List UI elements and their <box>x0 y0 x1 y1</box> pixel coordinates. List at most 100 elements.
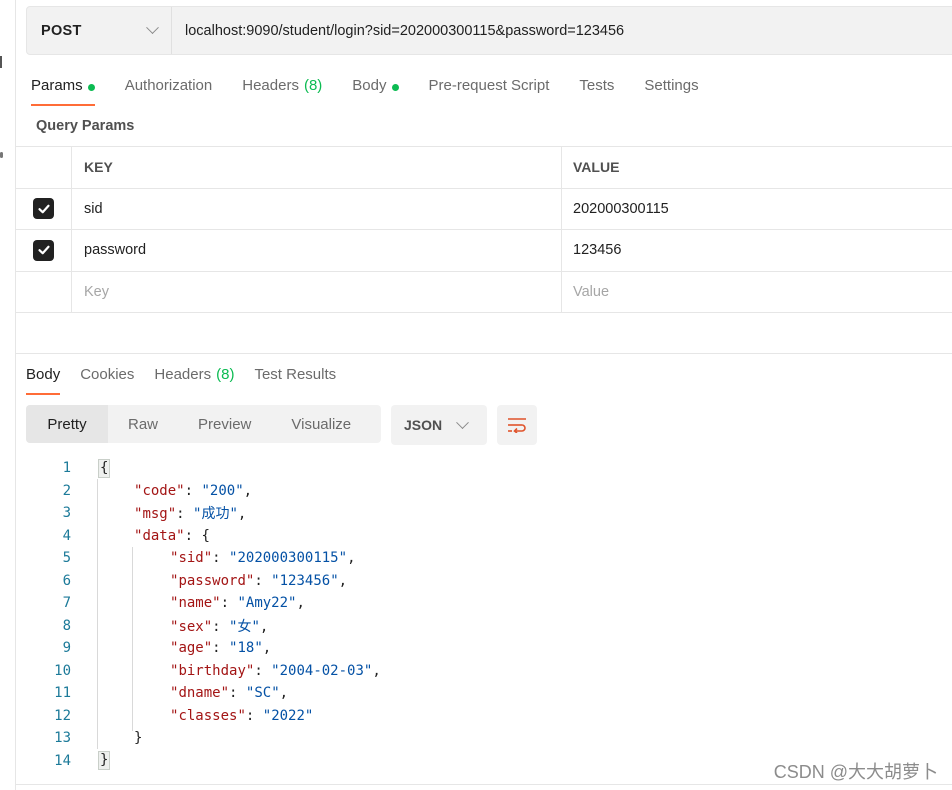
json-key: password <box>178 572 246 589</box>
response-tabs: Body Cookies Headers (8) Test Results <box>26 362 356 395</box>
pane-divider[interactable] <box>16 312 952 354</box>
view-preview-button[interactable]: Preview <box>178 405 271 443</box>
comma: , <box>262 640 272 657</box>
colon: : <box>184 482 202 499</box>
tab-response-body[interactable]: Body <box>26 362 61 395</box>
left-sidebar-edge <box>0 0 16 790</box>
json-key: classes <box>178 707 238 724</box>
json-value: Amy22 <box>245 595 289 612</box>
quote: " <box>262 707 272 724</box>
param-checkbox[interactable] <box>33 239 54 261</box>
line-number: 4 <box>62 527 71 544</box>
json-key: age <box>178 640 204 657</box>
view-raw-button[interactable]: Raw <box>108 405 178 443</box>
colon: : <box>184 527 202 544</box>
view-mode-group: Pretty Raw Preview Visualize <box>26 405 381 443</box>
code-line: 12 "classes": "2022" <box>30 705 381 728</box>
quote: " <box>330 572 339 589</box>
bottom-divider <box>16 784 952 785</box>
quote: " <box>251 618 260 635</box>
column-header-value: VALUE <box>573 159 620 176</box>
tab-tests[interactable]: Tests <box>579 72 614 106</box>
code-content: "sex": "女", <box>98 616 268 636</box>
tab-label: Settings <box>644 77 699 94</box>
quote: " <box>235 482 244 499</box>
tab-params[interactable]: Params <box>31 72 95 106</box>
comma: , <box>296 595 305 612</box>
view-visualize-button[interactable]: Visualize <box>271 405 371 443</box>
tab-headers[interactable]: Headers (8) <box>242 72 322 106</box>
json-key: msg <box>142 506 168 523</box>
tab-cookies[interactable]: Cookies <box>80 362 134 395</box>
code-content: "sid": "202000300115", <box>98 550 356 566</box>
line-number: 8 <box>62 617 71 634</box>
code-content: "dname": "SC", <box>98 685 288 701</box>
wrap-lines-icon <box>508 418 526 433</box>
view-pretty-button[interactable]: Pretty <box>26 405 108 443</box>
response-body-editor[interactable]: 1{2 "code": "200", 3 "msg": "成功", 4 "data": {… <box>30 457 381 772</box>
quote: " <box>203 640 213 657</box>
checkbox-cell <box>16 230 72 271</box>
line-number: 12 <box>54 707 71 724</box>
quote: " <box>237 707 246 724</box>
watermark: CSDN @大大胡萝卜 <box>773 762 938 782</box>
tab-settings[interactable]: Settings <box>644 72 698 106</box>
code-line: 2 "code": "200", <box>30 480 381 503</box>
code-content: } <box>98 751 111 771</box>
new-value-input[interactable]: Value <box>562 272 952 313</box>
quote: " <box>176 527 185 544</box>
code-line: 4 "data": { <box>30 525 381 548</box>
table-header-row: KEY VALUE <box>16 147 952 189</box>
tab-body[interactable]: Body <box>352 72 399 106</box>
json-key: name <box>178 595 213 612</box>
tab-pre-request-script[interactable]: Pre-request Script <box>429 72 550 106</box>
json-key: sex <box>178 618 204 635</box>
quote: " <box>271 572 280 589</box>
quote: " <box>201 482 210 499</box>
line-number: 5 <box>62 550 71 567</box>
param-key-input[interactable]: password <box>72 230 562 271</box>
line-number: 1 <box>62 460 71 477</box>
colon: : <box>254 662 272 679</box>
column-header-key: KEY <box>72 147 562 188</box>
sidebar-marker <box>0 152 3 158</box>
tab-label: Authorization <box>124 77 213 94</box>
code-content: "msg": "成功", <box>98 503 246 523</box>
tab-response-headers[interactable]: Headers (8) <box>154 362 234 395</box>
json-value: 2004-02-03 <box>279 662 364 679</box>
tab-label: Body <box>352 77 387 94</box>
json-key: code <box>142 482 177 499</box>
tab-test-results[interactable]: Test Results <box>254 362 336 395</box>
code-content: "classes": "2022" <box>98 708 313 724</box>
code-content: } <box>98 730 142 746</box>
table-row: sid 202000300115 <box>16 188 952 230</box>
tab-authorization[interactable]: Authorization <box>125 72 213 106</box>
line-number: 11 <box>54 685 71 702</box>
open-brace: { <box>201 527 210 544</box>
param-value-input[interactable]: 123456 <box>562 230 952 271</box>
checkbox-cell <box>16 188 72 229</box>
format-select[interactable]: JSON <box>391 405 487 445</box>
json-value: 女 <box>237 618 252 635</box>
code-content: "code": "200", <box>98 483 252 499</box>
line-number: 14 <box>54 752 71 769</box>
url-input[interactable]: localhost:9090/student/login?sid=2020003… <box>172 23 624 39</box>
line-number: 6 <box>62 572 71 589</box>
param-value-input[interactable]: 202000300115 <box>562 189 952 230</box>
new-key-input[interactable]: Key <box>72 271 562 312</box>
param-key-input[interactable]: sid <box>72 188 562 229</box>
colon: : <box>212 640 230 657</box>
wrap-lines-button[interactable] <box>497 405 537 445</box>
code-content: "age": "18", <box>98 640 271 656</box>
comma: , <box>279 685 289 702</box>
quote: " <box>167 506 177 523</box>
colon: : <box>245 707 263 724</box>
param-checkbox[interactable] <box>33 198 54 220</box>
json-value: 200 <box>209 482 236 499</box>
tab-label: Pre-request Script <box>428 77 550 94</box>
code-line: 14} <box>30 750 381 773</box>
code-line: 9 "age": "18", <box>30 637 381 660</box>
json-value: 123456 <box>279 572 331 589</box>
method-select[interactable]: POST <box>27 7 172 54</box>
line-number: 3 <box>62 505 71 522</box>
